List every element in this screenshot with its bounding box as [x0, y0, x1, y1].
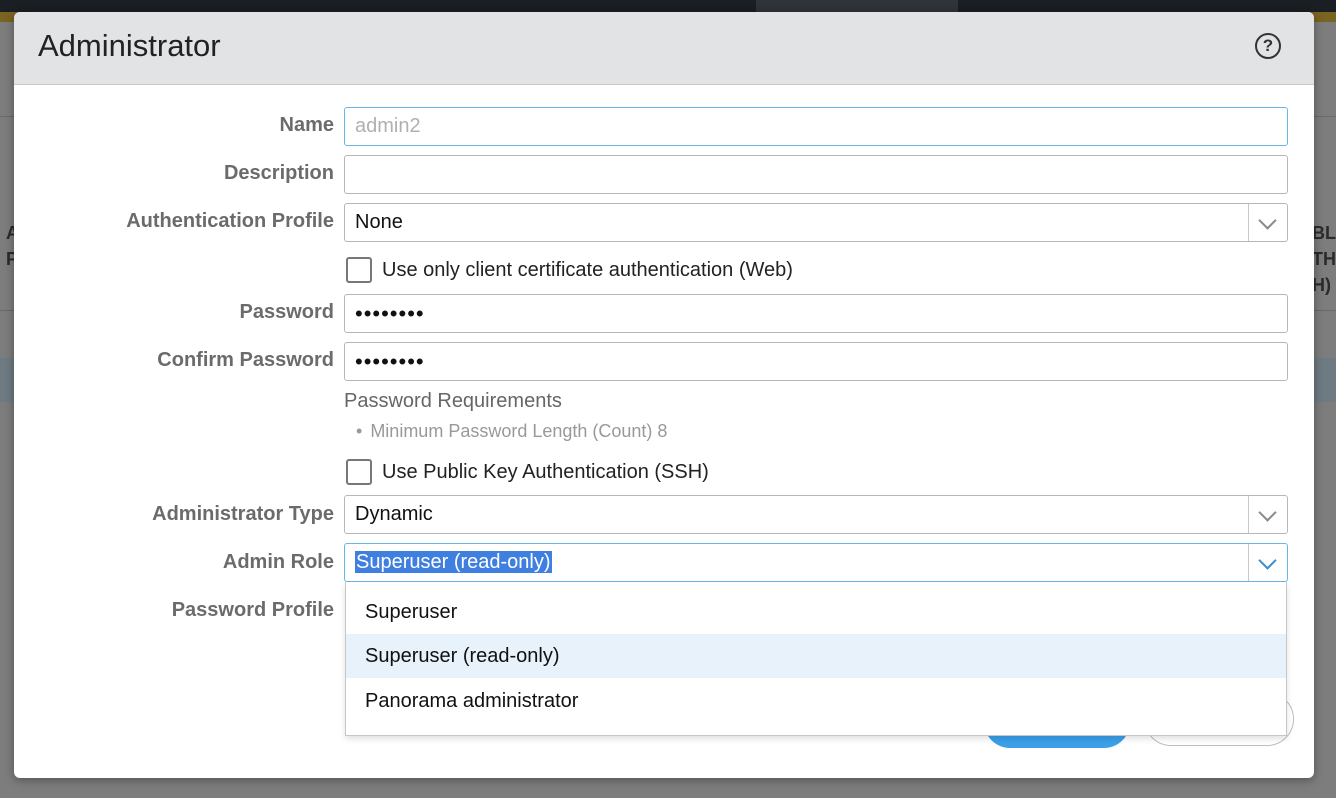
admin-role-select[interactable]: Superuser (read-only) — [344, 543, 1288, 582]
authentication-profile-value: None — [355, 211, 403, 233]
administrator-type-value: Dynamic — [355, 503, 433, 525]
background-top-bar — [0, 0, 1336, 12]
authentication-profile-label: Authentication Profile — [126, 210, 334, 232]
background-top-bar-segment — [756, 0, 958, 12]
chevron-down-icon — [1258, 211, 1277, 230]
chevron-down-icon — [1258, 503, 1277, 522]
client-cert-checkbox[interactable] — [346, 257, 372, 283]
name-field[interactable] — [344, 107, 1288, 146]
admin-role-dropdown-button[interactable] — [1248, 544, 1287, 581]
administrator-type-label: Administrator Type — [152, 503, 334, 525]
password-field[interactable]: •••••••• — [344, 294, 1288, 333]
admin-role-option-superuser[interactable]: Superuser — [346, 590, 1286, 634]
administrator-type-dropdown-button[interactable] — [1248, 496, 1287, 533]
chevron-down-icon — [1258, 551, 1277, 570]
question-circle-icon[interactable]: ? — [1255, 33, 1281, 59]
description-field[interactable] — [344, 155, 1288, 194]
authentication-profile-dropdown-button[interactable] — [1248, 204, 1287, 241]
password-requirement-text: Minimum Password Length (Count) 8 — [370, 421, 668, 441]
background-column-header-fragment: BLI TH H) — [1312, 223, 1336, 295]
confirm-password-label: Confirm Password — [157, 349, 334, 371]
admin-role-options-list: Superuser Superuser (read-only) Panorama… — [345, 582, 1287, 736]
password-profile-label: Password Profile — [171, 599, 334, 621]
public-key-checkbox[interactable] — [346, 459, 372, 485]
password-value: •••••••• — [355, 301, 425, 326]
description-label: Description — [223, 162, 334, 184]
authentication-profile-select[interactable]: None — [344, 203, 1288, 242]
administrator-dialog: Administrator ? Name Description Authent… — [14, 12, 1314, 778]
password-requirements-title: Password Requirements — [344, 390, 562, 412]
name-label: Name — [279, 114, 334, 136]
admin-role-value[interactable]: Superuser (read-only) — [355, 551, 552, 573]
confirm-password-value: •••••••• — [355, 349, 425, 374]
admin-role-label: Admin Role — [222, 551, 334, 573]
description-input[interactable] — [355, 157, 1255, 192]
admin-role-option-panorama-administrator[interactable]: Panorama administrator — [346, 679, 1286, 723]
name-input[interactable] — [355, 109, 1255, 144]
public-key-label[interactable]: Use Public Key Authentication (SSH) — [382, 459, 709, 485]
client-cert-label[interactable]: Use only client certificate authenticati… — [382, 257, 793, 283]
bullet-icon: • — [356, 421, 363, 441]
password-requirements-item: • Minimum Password Length (Count) 8 — [356, 419, 667, 443]
dialog-title: Administrator — [38, 28, 221, 63]
confirm-password-field[interactable]: •••••••• — [344, 342, 1288, 381]
administrator-type-select[interactable]: Dynamic — [344, 495, 1288, 534]
dialog-header: Administrator ? — [14, 12, 1314, 85]
password-label: Password — [239, 301, 334, 323]
admin-role-option-superuser-read-only[interactable]: Superuser (read-only) — [346, 634, 1286, 678]
